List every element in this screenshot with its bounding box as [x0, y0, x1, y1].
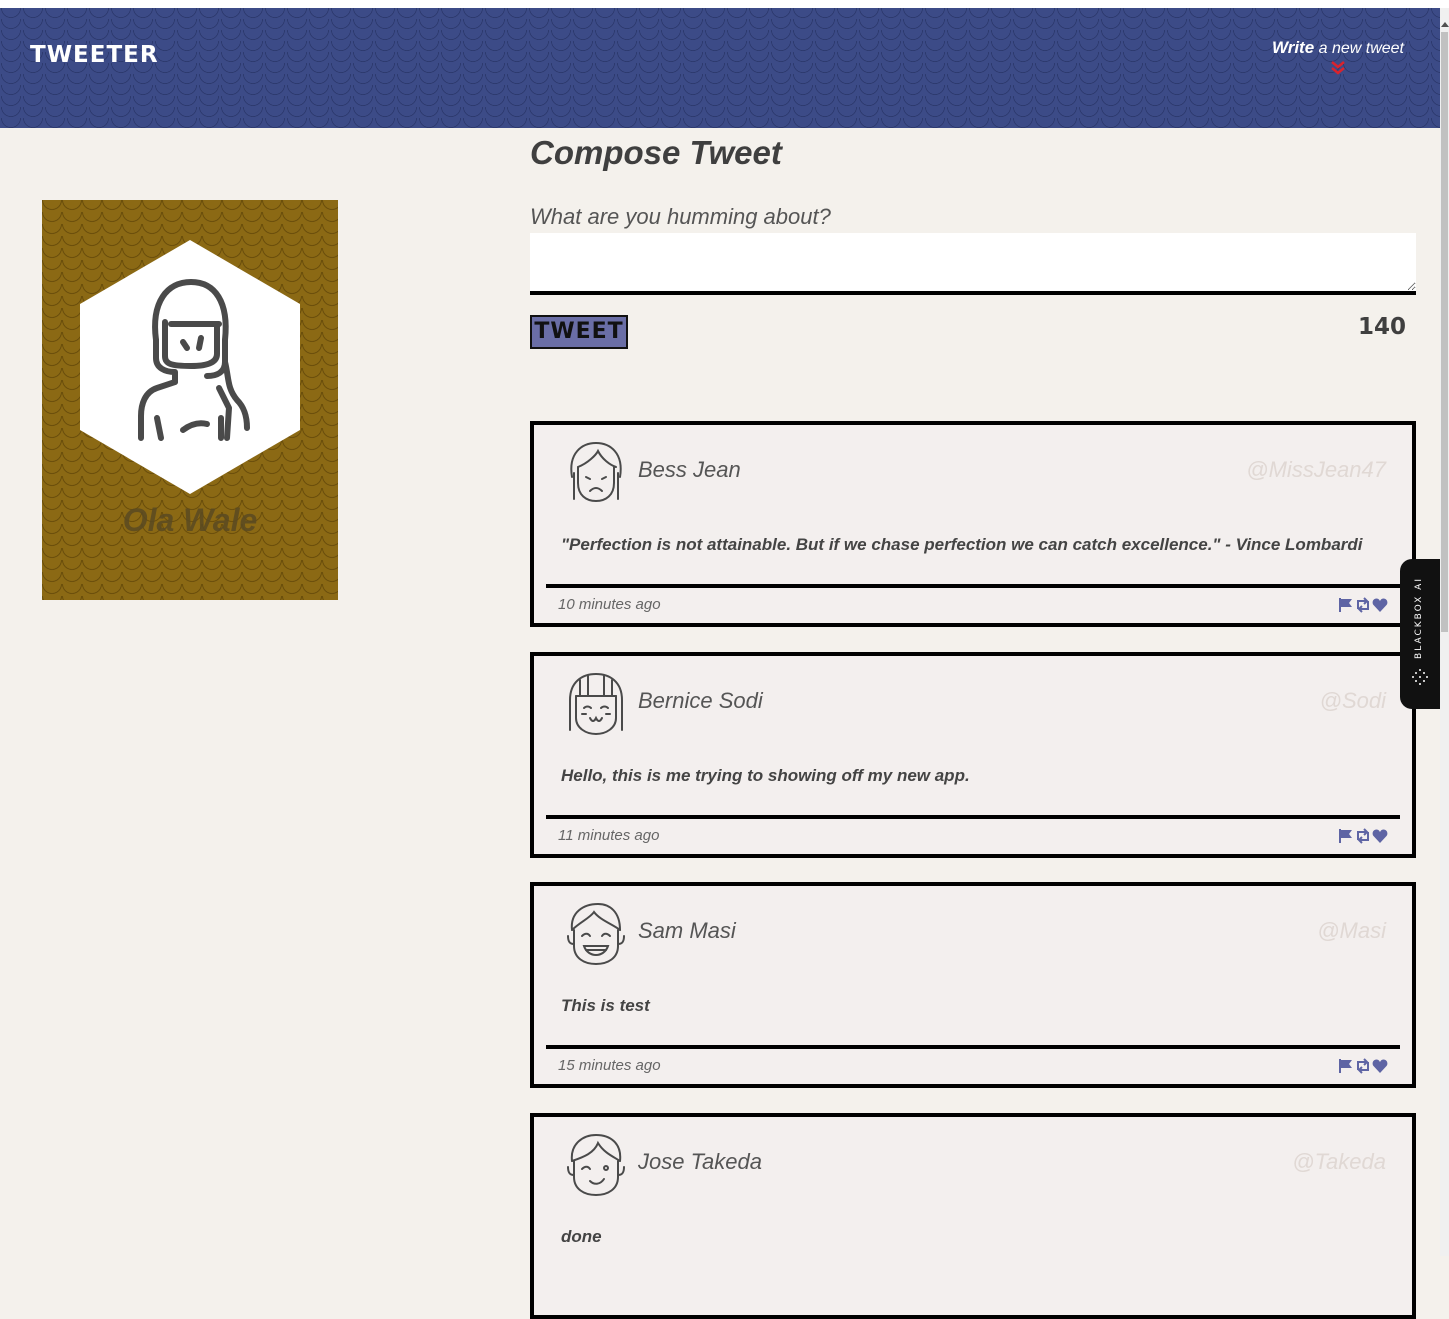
top-nav: TWEETER Write a new tweet	[0, 8, 1440, 128]
tweet-card: Sam Masi @Masi This is test 15 minutes a…	[530, 882, 1416, 1088]
write-link-text: a new tweet	[1314, 40, 1404, 57]
profile-card: Ola Wale	[42, 200, 338, 600]
tweet-content: This is test	[561, 996, 650, 1015]
retweet-icon[interactable]	[1355, 597, 1371, 613]
compose-input[interactable]	[530, 233, 1416, 295]
flag-icon[interactable]	[1338, 1058, 1354, 1074]
winking-boy-avatar-icon	[567, 1133, 625, 1197]
heart-icon[interactable]	[1372, 828, 1388, 844]
scrollbar-thumb[interactable]	[1441, 32, 1448, 632]
tweet-content: done	[561, 1227, 602, 1246]
tweet-author-name: Sam Masi	[638, 918, 736, 943]
tweet-card: Bess Jean @MissJean47 "Perfection is not…	[530, 421, 1416, 627]
flag-icon[interactable]	[1338, 828, 1354, 844]
retweet-icon[interactable]	[1355, 1058, 1371, 1074]
tweet-timestamp: 10 minutes ago	[558, 596, 661, 613]
tweet-author-name: Jose Takeda	[638, 1149, 762, 1174]
tweet-author-name: Bernice Sodi	[638, 688, 763, 713]
tweet-content: "Perfection is not attainable. But if we…	[561, 535, 1363, 554]
laughing-boy-avatar-icon	[567, 902, 625, 966]
browser-top-strip	[0, 0, 1449, 8]
write-link-bold: Write	[1271, 38, 1315, 57]
profile-avatar	[80, 240, 300, 494]
tweet-content: Hello, this is me trying to showing off …	[561, 766, 970, 785]
happy-girl-avatar-icon	[569, 672, 623, 736]
heart-icon[interactable]	[1372, 597, 1388, 613]
scroll-up-arrow-icon[interactable]	[1441, 22, 1449, 27]
tweet-author-handle[interactable]: @Masi	[1317, 918, 1386, 944]
retweet-icon[interactable]	[1355, 828, 1371, 844]
heart-icon[interactable]	[1372, 1058, 1388, 1074]
compose-title: Compose Tweet	[530, 134, 782, 171]
tweet-actions	[1338, 828, 1388, 844]
sad-girl-avatar-icon	[570, 441, 622, 503]
tweet-timestamp: 15 minutes ago	[558, 1057, 661, 1074]
tweet-author-handle[interactable]: @Sodi	[1320, 688, 1386, 714]
tweet-button[interactable]: TWEET	[530, 315, 628, 349]
brand-logo[interactable]: TWEETER	[30, 42, 159, 68]
tweet-author-handle[interactable]: @Takeda	[1292, 1149, 1386, 1175]
tweet-divider	[546, 1045, 1400, 1049]
character-counter: 140	[1357, 314, 1406, 340]
chevron-down-icon	[1331, 61, 1345, 75]
tweet-author-name: Bess Jean	[638, 457, 741, 482]
blackbox-logo-icon	[1412, 669, 1428, 685]
profile-name: Ola Wale	[122, 502, 258, 538]
page-scrollbar[interactable]	[1440, 8, 1449, 1256]
tweet-timestamp: 11 minutes ago	[558, 827, 660, 844]
tweet-divider	[546, 815, 1400, 819]
tweet-card: Jose Takeda @Takeda done	[530, 1113, 1416, 1319]
blackbox-ai-widget[interactable]: BLACKBOX AI	[1400, 559, 1440, 709]
write-new-tweet-link[interactable]: Write a new tweet	[1272, 38, 1404, 76]
tweet-actions	[1338, 597, 1388, 613]
compose-label: What are you humming about?	[530, 204, 831, 229]
tweet-actions	[1338, 1058, 1388, 1074]
tweet-divider	[546, 584, 1400, 588]
tweet-card: Bernice Sodi @Sodi Hello, this is me try…	[530, 652, 1416, 858]
flag-icon[interactable]	[1338, 597, 1354, 613]
blackbox-ai-label: BLACKBOX AI	[1414, 577, 1424, 659]
tweet-author-handle[interactable]: @MissJean47	[1246, 457, 1386, 483]
